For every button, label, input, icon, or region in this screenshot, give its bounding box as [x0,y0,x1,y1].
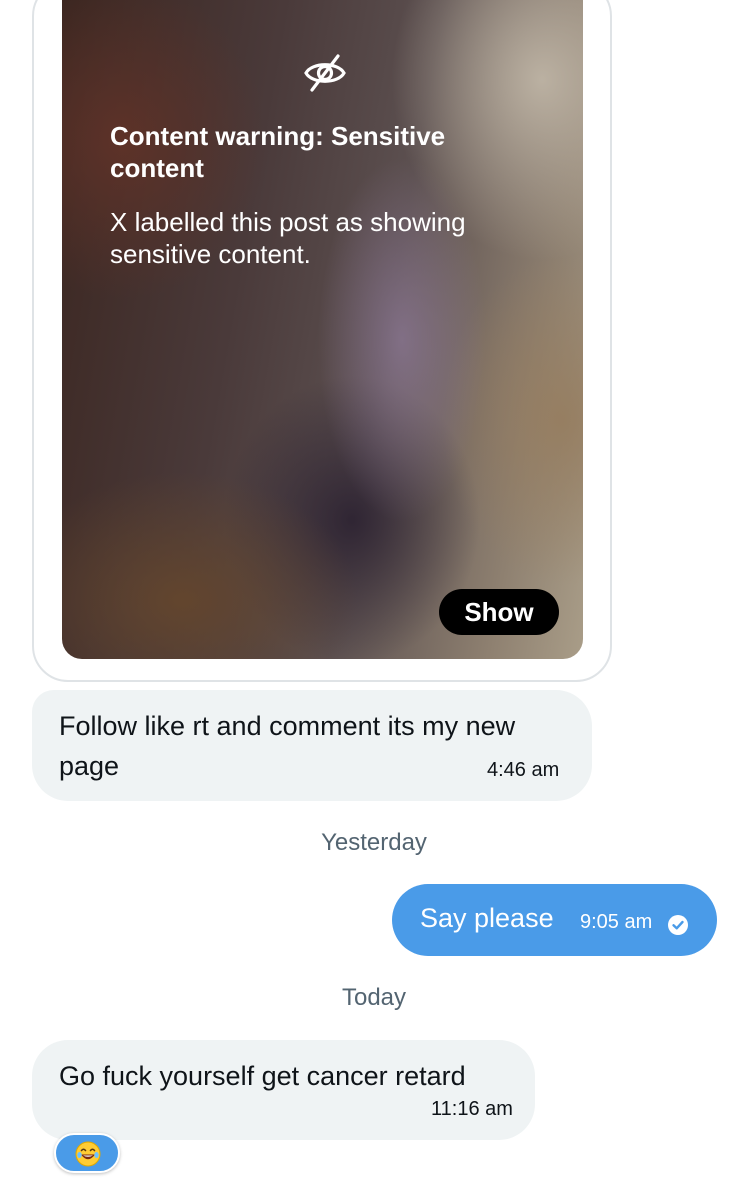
sensitive-media-blur[interactable] [62,0,583,659]
dm-conversation: Content warning: Sensitive content X lab… [0,0,748,1200]
sent-message-bubble[interactable]: Say please 9:05 am [392,884,717,956]
date-separator-today: Today [341,984,407,1011]
show-media-button[interactable]: Show [439,589,559,635]
laughing-tears-emoji-icon [75,1141,101,1167]
date-separator-yesterday: Yesterday [321,829,427,856]
message-timestamp: 9:05 am [580,911,653,933]
received-message-bubble[interactable]: Follow like rt and comment its my new pa… [32,690,592,801]
received-message-bubble[interactable]: Go fuck yourself get cancer retard 11:16… [32,1040,535,1140]
message-timestamp: 11:16 am [431,1098,513,1120]
message-text: Go fuck yourself get cancer retard [59,1061,466,1091]
message-reaction-badge[interactable] [54,1133,120,1173]
content-warning-description: X labelled this post as showing sensitiv… [110,207,466,269]
content-warning-title: Content warning: Sensitive content [110,121,446,183]
eye-slash-icon [304,54,346,92]
read-check-icon [668,915,688,935]
message-timestamp: 4:46 am [487,759,560,781]
message-text: Say please [420,903,554,933]
